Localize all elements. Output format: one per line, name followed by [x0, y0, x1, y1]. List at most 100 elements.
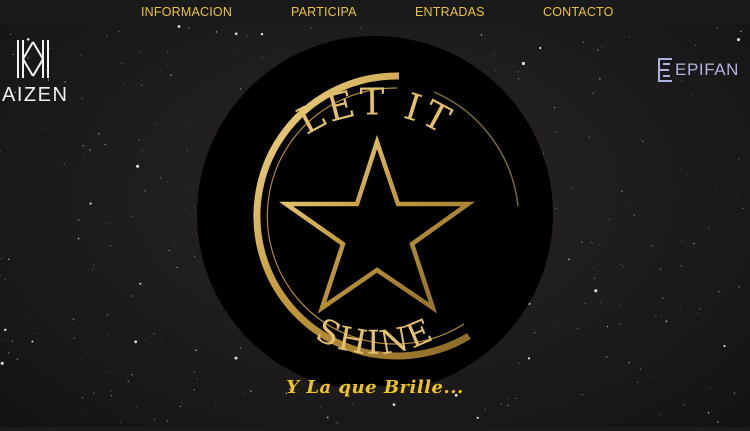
star-speck	[81, 414, 82, 416]
star-speck	[16, 358, 19, 360]
star-speck	[680, 80, 682, 81]
star-speck	[7, 258, 10, 260]
star-speck	[608, 218, 610, 220]
star-speck	[500, 403, 503, 405]
star-speck	[594, 289, 598, 293]
star-speck	[0, 275, 2, 277]
star-speck	[630, 62, 632, 64]
star-speck	[577, 327, 579, 329]
star-speck	[592, 92, 594, 94]
star-speck	[142, 150, 143, 152]
star-speck	[516, 397, 518, 399]
star-speck	[567, 51, 569, 53]
star-speck	[639, 306, 640, 308]
star-speck	[606, 325, 609, 328]
star-speck	[691, 95, 693, 97]
nav-item-entradas[interactable]: ENTRADAS	[415, 0, 485, 25]
star-speck	[104, 143, 106, 146]
star-speck	[326, 416, 329, 419]
star-speck	[10, 33, 12, 35]
star-speck	[167, 181, 168, 183]
star-speck	[120, 421, 122, 423]
star-speck	[121, 62, 123, 65]
star-speck	[351, 403, 354, 405]
star-speck	[145, 338, 147, 341]
star-speck	[507, 404, 509, 407]
star-speck	[134, 363, 136, 365]
epifan-e-icon	[658, 58, 672, 82]
star-speck	[680, 265, 682, 267]
nav-item-participa[interactable]: PARTICIPA	[291, 0, 357, 25]
tagline: Y La que Brille...	[286, 377, 464, 398]
star-speck	[186, 149, 188, 151]
star-speck	[702, 123, 703, 125]
star-speck	[132, 215, 133, 217]
star-speck	[679, 306, 681, 308]
star-speck	[144, 190, 146, 192]
star-speck	[136, 164, 140, 168]
star-speck	[174, 151, 176, 153]
star-speck	[89, 149, 91, 151]
star-speck	[106, 314, 109, 316]
star-speck	[98, 132, 100, 135]
star-speck	[738, 286, 740, 288]
star-speck	[140, 51, 142, 52]
star-speck	[106, 35, 108, 37]
star-speck	[188, 27, 190, 29]
star-speck	[141, 84, 143, 86]
star-speck	[619, 304, 621, 306]
star-speck	[680, 169, 682, 171]
star-speck	[72, 318, 75, 320]
star-speck	[490, 27, 492, 29]
star-speck	[42, 127, 44, 129]
star-speck	[693, 242, 695, 245]
star-speck	[591, 241, 593, 244]
star-speck	[96, 115, 98, 116]
star-speck	[179, 405, 182, 408]
star-speck	[640, 368, 642, 370]
brand-left-name: AIZEN	[2, 84, 69, 106]
star-speck	[159, 176, 162, 179]
star-speck	[187, 186, 189, 188]
star-speck	[0, 361, 4, 365]
star-speck	[718, 290, 720, 293]
star-speck	[127, 338, 129, 339]
star-speck	[628, 361, 630, 364]
star-speck	[740, 30, 742, 33]
star-speck	[167, 65, 169, 67]
sponsor-logo-kaizen[interactable]: AIZEN	[0, 38, 80, 108]
star-speck	[80, 54, 82, 56]
star-speck	[85, 352, 87, 354]
brand-right-name: EPIFAN	[675, 60, 740, 79]
star-speck	[636, 131, 637, 133]
star-speck	[619, 323, 621, 325]
star-speck	[717, 421, 719, 423]
star-speck	[723, 345, 726, 348]
nav-item-contacto[interactable]: CONTACTO	[543, 0, 614, 25]
star-speck	[110, 245, 112, 247]
star-speck	[114, 372, 116, 374]
nav-item-informacion[interactable]: INFORMACION	[141, 0, 232, 25]
star-speck	[600, 301, 602, 303]
star-speck	[8, 161, 10, 163]
star-speck	[708, 227, 710, 230]
star-speck	[8, 352, 10, 354]
star-speck	[81, 97, 83, 100]
star-speck	[687, 36, 689, 37]
top-navigation: INFORMACION PARTICIPA ENTRADAS CONTACTO	[0, 0, 750, 25]
star-speck	[91, 269, 93, 271]
star-speck	[730, 96, 732, 97]
star-speck	[606, 161, 607, 163]
star-speck	[31, 340, 34, 343]
star-speck	[605, 356, 608, 358]
star-speck	[185, 122, 187, 124]
star-speck	[628, 36, 630, 38]
star-speck	[167, 205, 169, 207]
star-speck	[621, 190, 623, 192]
star-speck	[131, 374, 133, 376]
star-speck	[568, 258, 570, 261]
star-speck	[130, 295, 133, 297]
star-speck	[174, 244, 175, 246]
star-speck	[642, 140, 644, 143]
star-speck	[93, 264, 95, 266]
